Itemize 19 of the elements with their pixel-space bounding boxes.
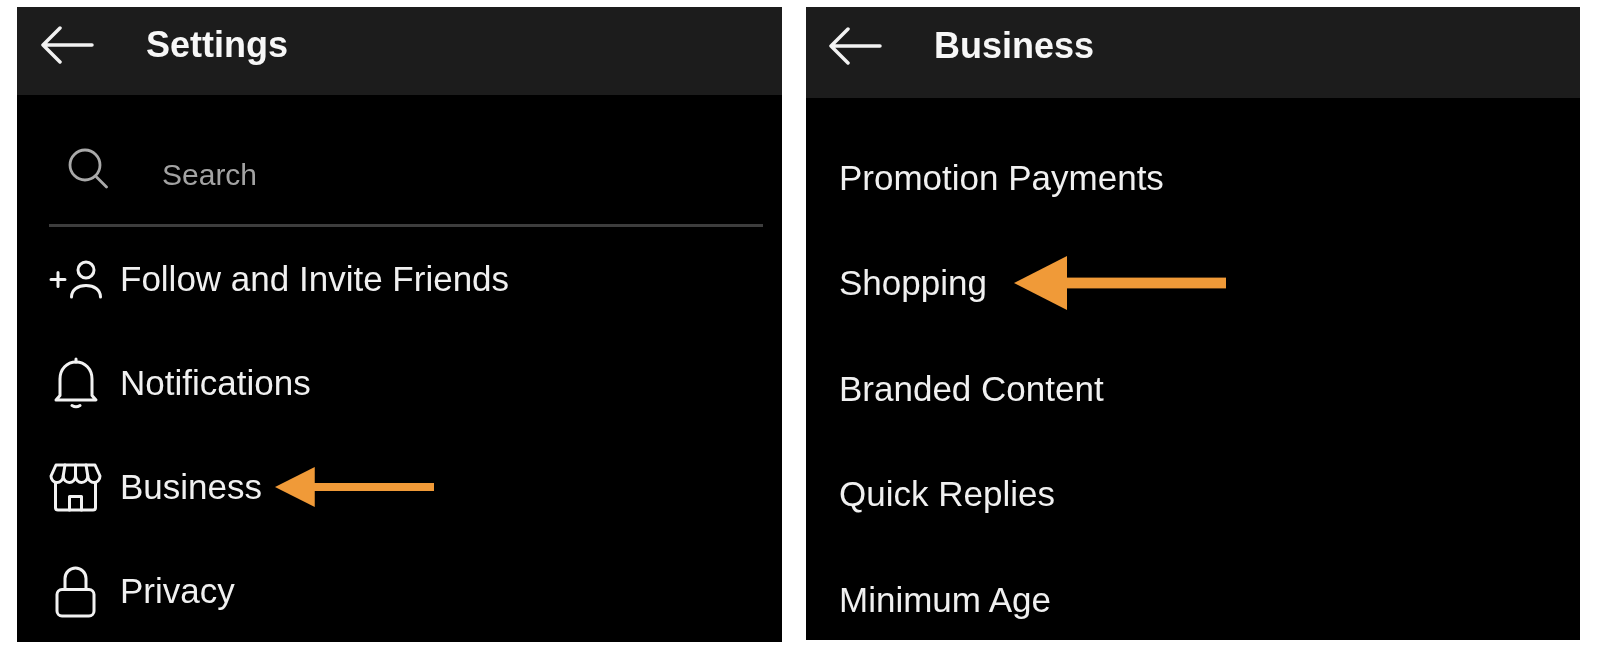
menu-item[interactable]: Privacy xyxy=(49,564,235,618)
menu-item[interactable]: Minimum Age xyxy=(839,578,1052,621)
add-person-icon xyxy=(49,259,102,299)
menu-item[interactable]: Shopping xyxy=(839,262,987,305)
menu-item[interactable]: Quick Replies xyxy=(839,473,1055,516)
bell-icon xyxy=(52,357,99,409)
storefront-icon xyxy=(49,462,102,512)
padlock-icon xyxy=(55,564,96,618)
menu-item[interactable]: Branded Content xyxy=(839,367,1104,410)
back-arrow-icon[interactable] xyxy=(41,25,94,64)
search-field[interactable]: Search xyxy=(162,143,763,193)
search-icon xyxy=(68,147,108,189)
menu-item[interactable]: Follow and Invite Friends xyxy=(49,258,510,300)
screen-title: Settings xyxy=(146,23,288,66)
back-arrow-icon[interactable] xyxy=(829,27,882,65)
screen-title: Business xyxy=(934,25,1095,67)
menu-item[interactable]: Promotion Payments xyxy=(839,156,1164,199)
menu-item[interactable]: Notifications xyxy=(49,357,311,409)
menu-item[interactable]: Business xyxy=(49,462,263,512)
